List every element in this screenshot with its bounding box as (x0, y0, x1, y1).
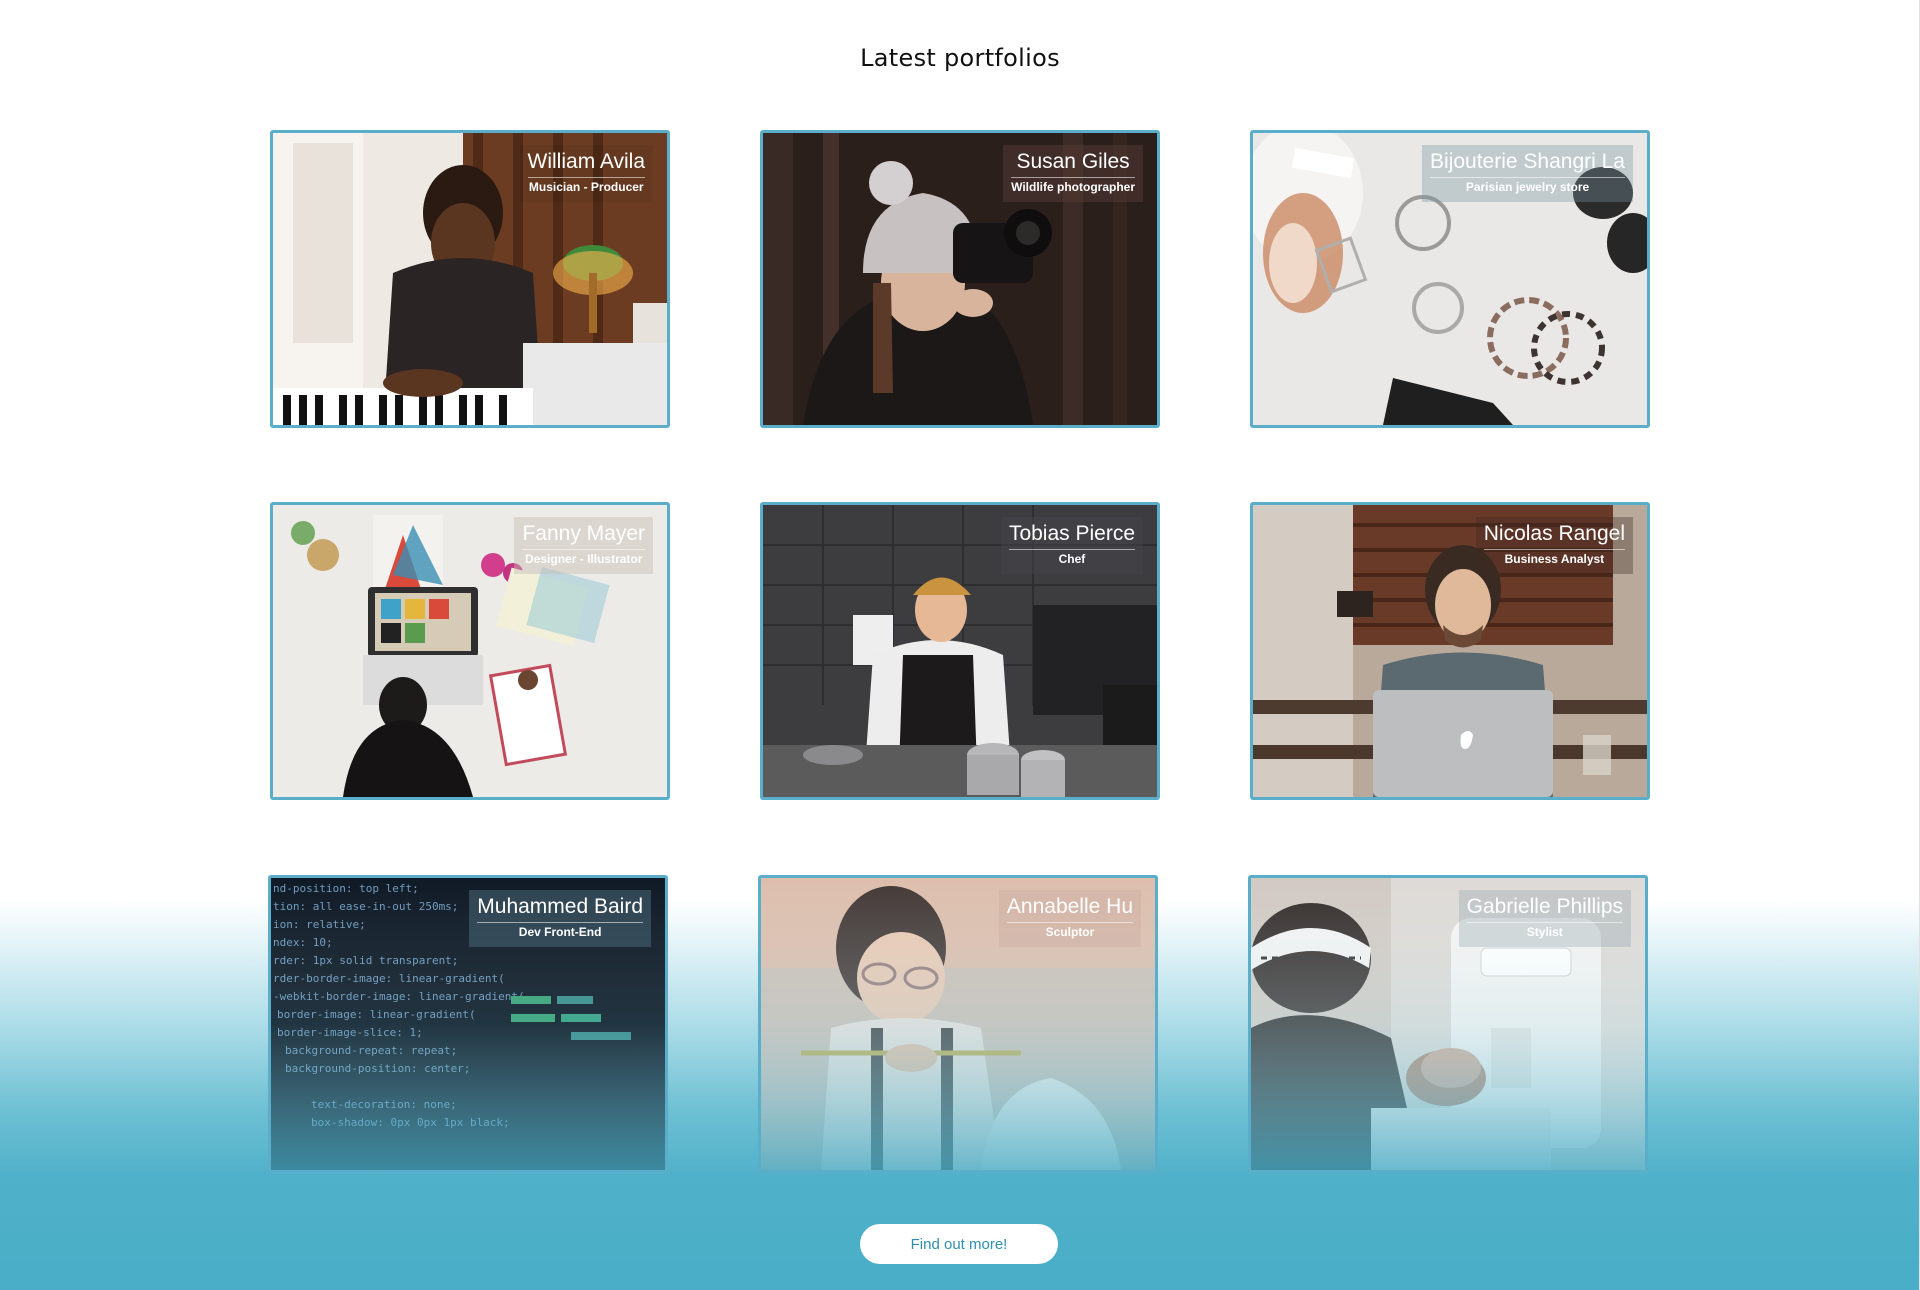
portfolio-role: Designer - Illustrator (525, 552, 643, 566)
portfolio-role: Sculptor (1045, 925, 1095, 939)
find-out-more-button[interactable]: Find out more! (860, 1224, 1058, 1264)
portfolio-name: Bijouterie Shangri La (1430, 149, 1625, 178)
portfolio-caption: Susan Giles Wildlife photographer (1003, 145, 1143, 202)
portfolio-name: Susan Giles (1011, 149, 1135, 178)
portfolio-caption: Fanny Mayer Designer - Illustrator (514, 517, 653, 574)
portfolio-caption: Nicolas Rangel Business Analyst (1475, 517, 1633, 574)
portfolio-card[interactable]: Nicolas Rangel Business Analyst (1250, 502, 1650, 800)
portfolio-role: Stylist (1526, 925, 1563, 939)
portfolio-name: William Avila (527, 149, 645, 178)
portfolio-caption: Muhammed Baird Dev Front-End (469, 890, 651, 947)
portfolio-role: Chef (1058, 552, 1086, 566)
portfolio-card[interactable]: Tobias Pierce Chef (760, 502, 1160, 800)
portfolio-caption: Gabrielle Phillips Stylist (1458, 890, 1631, 947)
portfolio-card[interactable]: Susan Giles Wildlife photographer (760, 130, 1160, 428)
portfolio-name: Fanny Mayer (522, 521, 645, 550)
portfolio-grid: William Avila Musician - Producer Susan … (0, 0, 1920, 1290)
portfolio-caption: Bijouterie Shangri La Parisian jewelry s… (1422, 145, 1633, 202)
portfolio-name: Muhammed Baird (477, 894, 643, 923)
portfolio-caption: Tobias Pierce Chef (1000, 517, 1143, 574)
portfolio-card[interactable]: Bijouterie Shangri La Parisian jewelry s… (1250, 130, 1650, 428)
portfolio-role: Business Analyst (1504, 552, 1605, 566)
portfolio-role: Musician - Producer (528, 180, 644, 194)
portfolio-role: Parisian jewelry store (1465, 180, 1590, 194)
portfolio-card[interactable]: Gabrielle Phillips Stylist (1248, 875, 1648, 1173)
portfolio-caption: Annabelle Hu Sculptor (998, 890, 1141, 947)
portfolio-card[interactable]: William Avila Musician - Producer (270, 130, 670, 428)
portfolio-card[interactable]: Fanny Mayer Designer - Illustrator (270, 502, 670, 800)
portfolio-card[interactable]: nd-position: top left; tion: all ease-in… (268, 875, 668, 1173)
portfolio-section: Latest portfolios William Avila Musician… (0, 0, 1920, 1290)
portfolio-caption: William Avila Musician - Producer (519, 145, 653, 202)
portfolio-role: Wildlife photographer (1011, 180, 1135, 194)
portfolio-name: Annabelle Hu (1006, 894, 1133, 923)
portfolio-role: Dev Front-End (518, 925, 602, 939)
portfolio-name: Nicolas Rangel (1483, 521, 1625, 550)
portfolio-card[interactable]: Annabelle Hu Sculptor (758, 875, 1158, 1173)
portfolio-name: Tobias Pierce (1008, 521, 1135, 550)
portfolio-name: Gabrielle Phillips (1466, 894, 1623, 923)
